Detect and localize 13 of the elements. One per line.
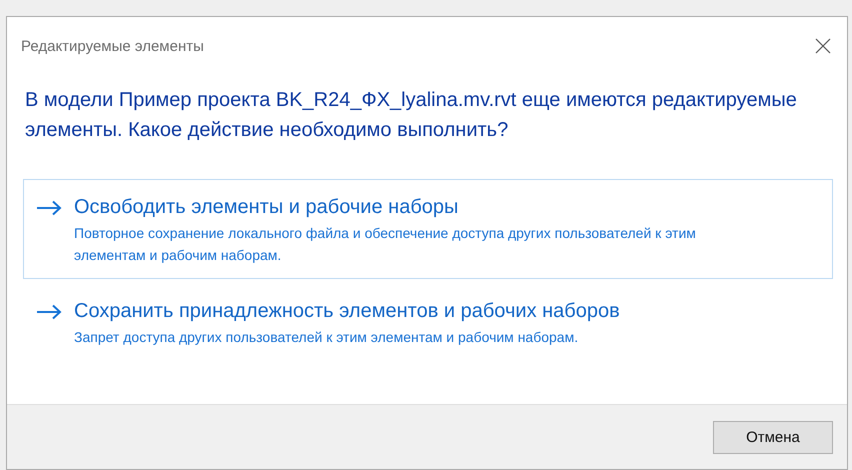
- option-title: Освободить элементы и рабочие наборы: [74, 195, 460, 220]
- arrow-icon: [36, 200, 62, 216]
- option-title: Сохранить принадлежность элементов и рабочих наборов: [74, 299, 620, 324]
- dialog-message: В модели Пример проекта BK_R24_ФХ_lyalina.mv.rvt еще имеются редактируемые элементы. Какое действие необходимо выполнить?: [25, 88, 798, 143]
- window-title: Редактируемые элементы: [21, 38, 204, 54]
- option-description: Повторное сохранение локального файла и обеспечение доступа других пользователей к этим элементам и рабочим наборам.: [74, 224, 697, 265]
- cancel-button[interactable]: Отмена: [713, 420, 833, 454]
- command-link[interactable]: Сохранить принадлежность элементов и рабочих наборов Запрет доступа других пользователей к этим элементам и рабочим наборам.: [23, 283, 833, 361]
- close-icon: [815, 38, 831, 54]
- close-button[interactable]: [813, 36, 833, 56]
- arrow-icon: [36, 304, 62, 320]
- command-link[interactable]: Освободить элементы и рабочие наборы Повторное сохранение локального файла и обеспечение доступа других пользователей к этим элементам и рабочим наборам.: [23, 179, 833, 279]
- option-description: Запрет доступа других пользователей к этим элементам и рабочим наборам.: [74, 328, 580, 347]
